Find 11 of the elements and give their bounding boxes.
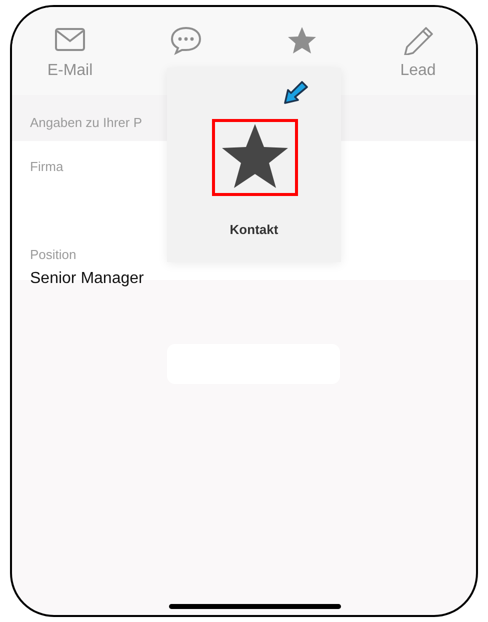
pencil-icon[interactable] bbox=[401, 25, 435, 55]
chat-icon[interactable] bbox=[169, 25, 203, 55]
tab-label[interactable]: Lead bbox=[400, 59, 436, 83]
field-label: Firma bbox=[30, 159, 64, 174]
field-label: Position bbox=[30, 246, 76, 262]
star-icon bbox=[220, 122, 290, 190]
popup-label: Kontakt bbox=[230, 222, 278, 237]
field-value: Senior Manager bbox=[30, 270, 144, 287]
arrow-icon bbox=[282, 80, 308, 106]
tab-label[interactable]: E-Mail bbox=[47, 59, 93, 83]
section-header: Angaben zu Ihrer P bbox=[30, 115, 142, 130]
